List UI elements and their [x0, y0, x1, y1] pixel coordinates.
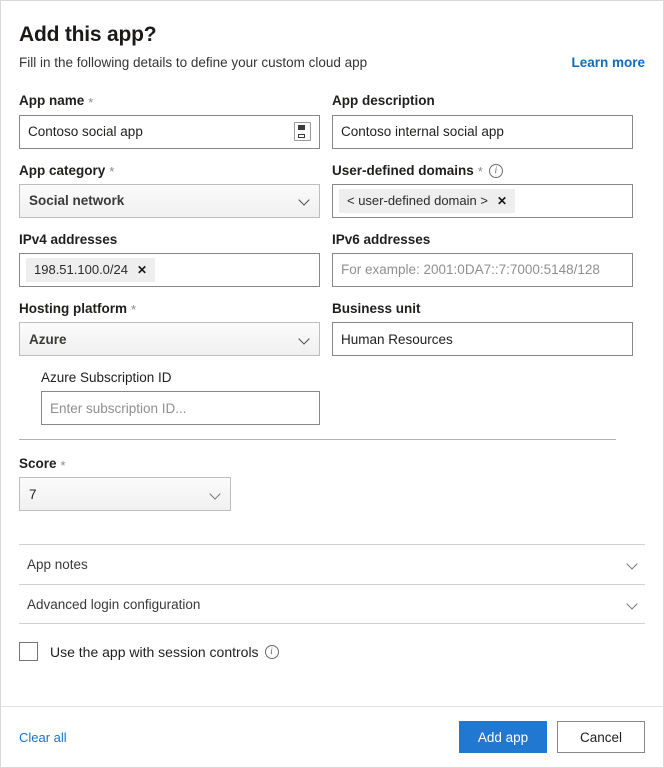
- app-category-label: App category *: [19, 163, 320, 179]
- ipv6-label-text: IPv6 addresses: [332, 231, 431, 247]
- business-unit-label: Business unit: [332, 301, 633, 317]
- info-icon[interactable]: i: [488, 163, 503, 178]
- chevron-down-icon: [210, 489, 221, 500]
- azure-subscription-id-label-text: Azure Subscription ID: [41, 370, 172, 386]
- score-section: Score * 7: [1, 456, 663, 512]
- add-app-dialog: Add this app? Fill in the following deta…: [0, 0, 664, 768]
- app-category-select[interactable]: Social network: [19, 183, 320, 218]
- user-defined-domains-label: User-defined domains * i: [332, 163, 633, 179]
- score-section-divider: [19, 439, 616, 441]
- ipv4-label-text: IPv4 addresses: [19, 231, 118, 247]
- required-asterisk: *: [131, 302, 137, 318]
- form-row-name-description: App name * Contoso social app App descri…: [19, 93, 645, 149]
- hosting-platform-label: Hosting platform *: [19, 301, 320, 317]
- ipv4-label: IPv4 addresses: [19, 232, 320, 248]
- chevron-down-icon: [299, 195, 310, 206]
- field-group-hosting-platform: Hosting platform * Azure: [19, 301, 320, 357]
- form-row-category-domains: App category * Social network User-defin…: [19, 163, 645, 218]
- score-label-text: Score: [19, 456, 57, 472]
- field-group-app-description: App description Contoso internal social …: [332, 93, 633, 149]
- field-group-ipv6: IPv6 addresses For example: 2001:0DA7::7…: [332, 232, 633, 287]
- form-row-subscription: Azure Subscription ID Enter subscription…: [19, 370, 645, 426]
- required-asterisk: *: [88, 94, 94, 110]
- field-group-business-unit: Business unit Human Resources: [332, 301, 633, 357]
- ipv4-chip[interactable]: 198.51.100.0/24 ✕: [26, 258, 156, 282]
- session-controls-label[interactable]: Use the app with session controls i: [50, 644, 279, 660]
- field-group-app-category: App category * Social network: [19, 163, 320, 218]
- form-row-hosting-business: Hosting platform * Azure Business unit H…: [19, 301, 645, 357]
- ipv4-chip-label: 198.51.100.0/24: [34, 262, 128, 278]
- ipv6-placeholder: For example: 2001:0DA7::7:7000:5148/128: [341, 262, 600, 278]
- remove-chip-icon[interactable]: ✕: [497, 194, 507, 208]
- field-group-user-defined-domains: User-defined domains * i < user-defined …: [332, 163, 633, 218]
- app-name-value: Contoso social app: [28, 124, 143, 140]
- session-controls-checkbox[interactable]: [19, 642, 38, 662]
- accordion-advanced-login-configuration[interactable]: Advanced login configuration: [19, 584, 645, 625]
- picker-icon[interactable]: [294, 122, 311, 142]
- dialog-footer: Clear all Add app Cancel: [1, 706, 663, 767]
- app-name-label-text: App name: [19, 93, 85, 109]
- subtitle-row: Fill in the following details to define …: [19, 55, 645, 71]
- app-description-value: Contoso internal social app: [341, 124, 504, 140]
- score-value: 7: [29, 486, 37, 502]
- hosting-platform-select[interactable]: Azure: [19, 322, 320, 357]
- field-group-ipv4: IPv4 addresses 198.51.100.0/24 ✕: [19, 232, 320, 287]
- accordion-group: App notes Advanced login configuration: [19, 544, 645, 625]
- field-group-app-name: App name * Contoso social app: [19, 93, 320, 149]
- business-unit-label-text: Business unit: [332, 300, 421, 316]
- ipv6-input[interactable]: For example: 2001:0DA7::7:7000:5148/128: [332, 252, 633, 287]
- add-app-button[interactable]: Add app: [459, 721, 547, 753]
- chevron-down-icon: [299, 334, 310, 345]
- required-asterisk: *: [60, 457, 66, 473]
- field-group-azure-subscription-id: Azure Subscription ID Enter subscription…: [19, 370, 320, 426]
- user-defined-domains-label-text: User-defined domains: [332, 162, 474, 178]
- score-select[interactable]: 7: [19, 477, 231, 512]
- clear-all-link[interactable]: Clear all: [19, 730, 67, 745]
- required-asterisk: *: [109, 163, 115, 179]
- remove-chip-icon[interactable]: ✕: [137, 263, 147, 277]
- score-label: Score *: [19, 456, 645, 472]
- required-asterisk: *: [477, 163, 483, 179]
- chevron-down-icon: [627, 599, 638, 610]
- page-title: Add this app?: [19, 23, 157, 46]
- accordion-app-notes[interactable]: App notes: [19, 544, 645, 584]
- ipv4-input[interactable]: 198.51.100.0/24 ✕: [19, 252, 320, 287]
- app-description-label-text: App description: [332, 93, 435, 109]
- hosting-platform-label-text: Hosting platform: [19, 300, 127, 316]
- business-unit-input[interactable]: Human Resources: [332, 322, 633, 357]
- app-category-label-text: App category: [19, 162, 106, 178]
- accordion-advanced-login-configuration-label: Advanced login configuration: [27, 596, 201, 612]
- app-name-input[interactable]: Contoso social app: [19, 114, 320, 149]
- app-name-label: App name *: [19, 93, 320, 109]
- cancel-button[interactable]: Cancel: [557, 721, 645, 753]
- app-description-label: App description: [332, 93, 633, 109]
- dialog-header: Add this app? Fill in the following deta…: [1, 1, 663, 71]
- form-row-ip-addresses: IPv4 addresses 198.51.100.0/24 ✕ IPv6 ad…: [19, 232, 645, 287]
- app-category-value: Social network: [29, 193, 125, 209]
- business-unit-value: Human Resources: [341, 331, 453, 347]
- app-description-input[interactable]: Contoso internal social app: [332, 114, 633, 149]
- learn-more-link[interactable]: Learn more: [571, 55, 645, 70]
- accordion-app-notes-label: App notes: [27, 557, 88, 573]
- azure-subscription-id-label: Azure Subscription ID: [41, 370, 320, 386]
- app-form: App name * Contoso social app App descri…: [1, 93, 663, 426]
- session-controls-row: Use the app with session controls i: [19, 642, 645, 662]
- hosting-platform-value: Azure: [29, 331, 67, 347]
- azure-subscription-id-placeholder: Enter subscription ID...: [50, 400, 187, 416]
- azure-subscription-id-input[interactable]: Enter subscription ID...: [41, 391, 320, 426]
- form-row-subscription-spacer: [332, 370, 633, 425]
- session-controls-label-text: Use the app with session controls: [50, 643, 259, 660]
- domain-chip-label: < user-defined domain >: [347, 192, 488, 208]
- chevron-down-icon: [627, 559, 638, 570]
- user-defined-domains-input[interactable]: < user-defined domain > ✕: [332, 183, 633, 218]
- info-icon[interactable]: i: [264, 644, 279, 659]
- domain-chip[interactable]: < user-defined domain > ✕: [339, 188, 515, 213]
- page-subtitle: Fill in the following details to define …: [19, 55, 368, 71]
- ipv6-label: IPv6 addresses: [332, 232, 633, 248]
